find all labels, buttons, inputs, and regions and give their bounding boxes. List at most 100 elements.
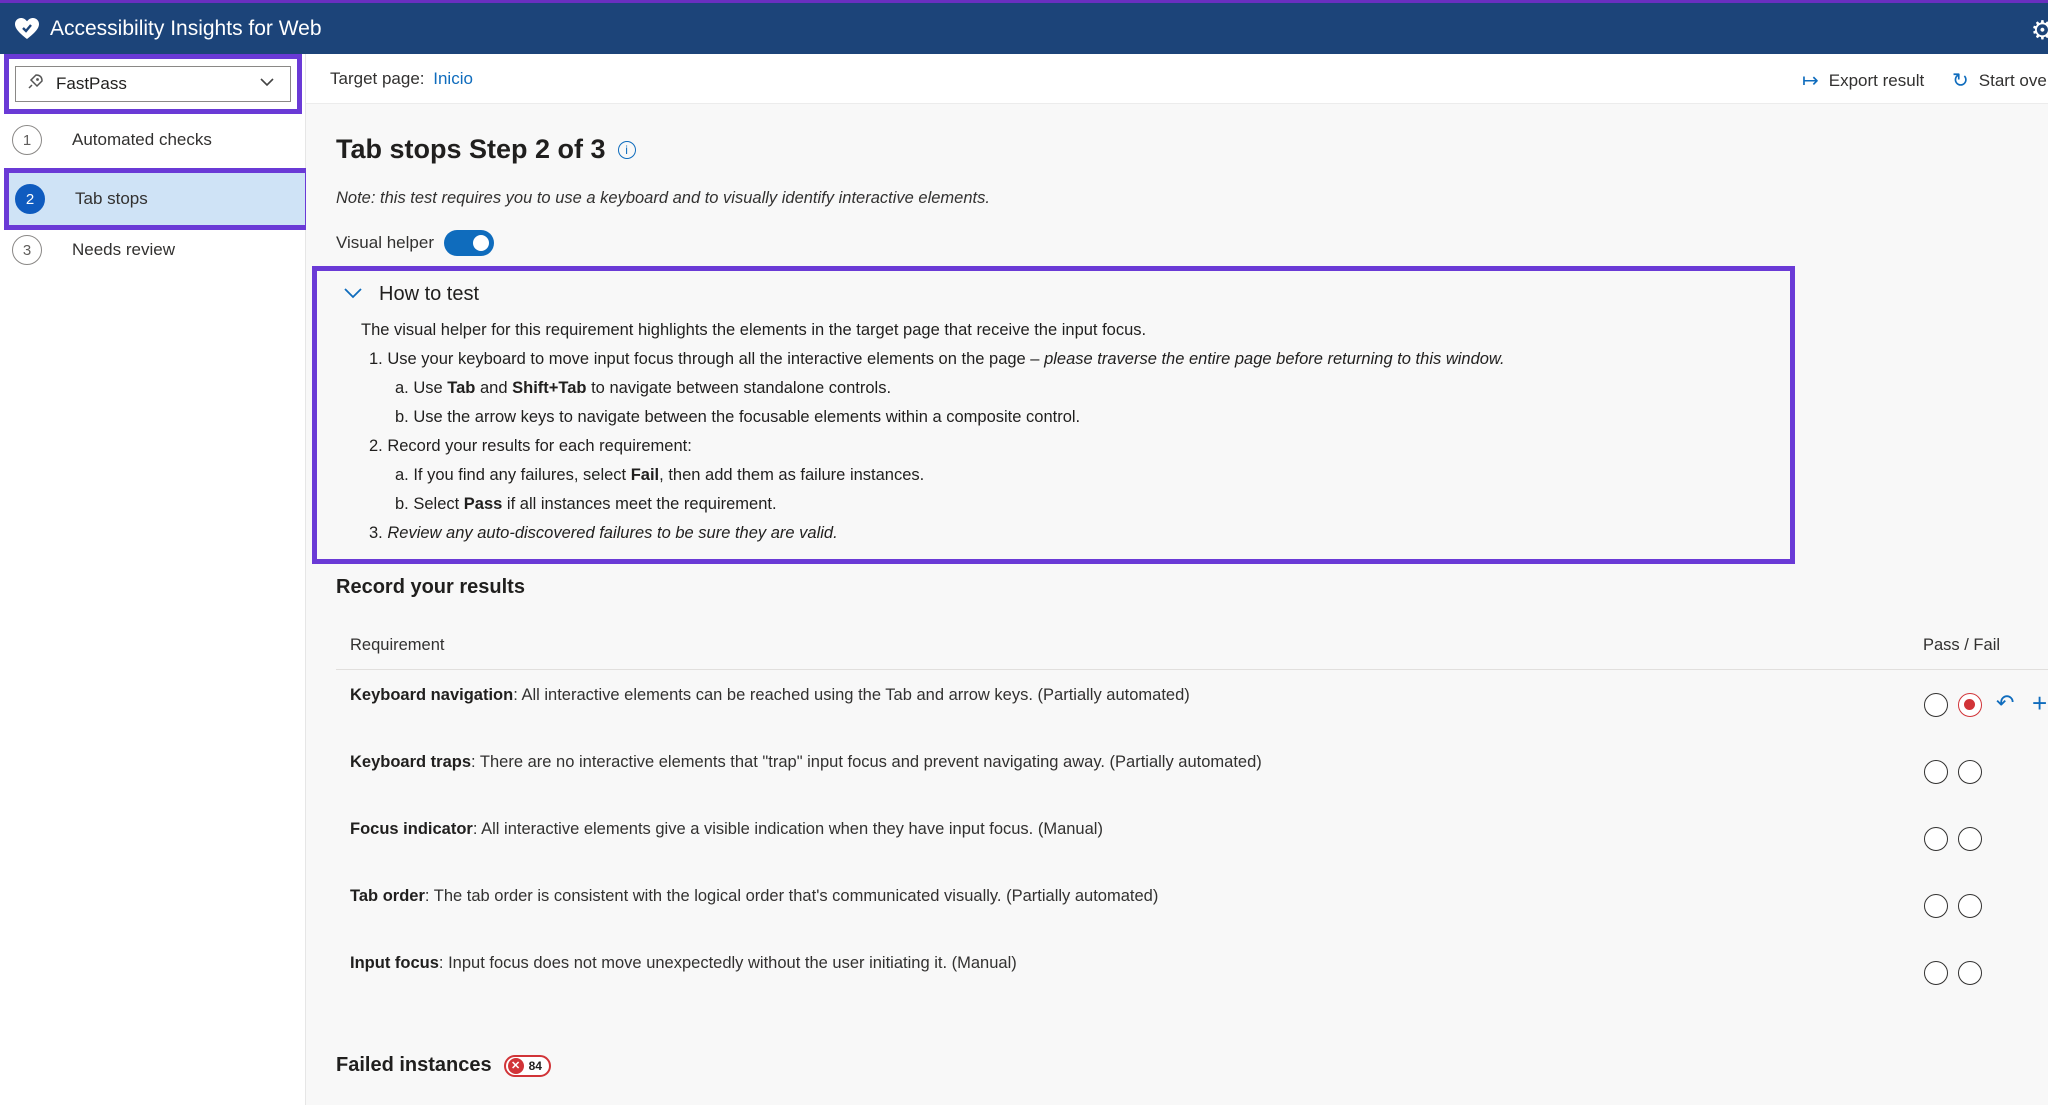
failed-instances-title: Failed instances — [336, 1054, 492, 1076]
sidebar-item-tab-stops[interactable]: 2 Tab stops — [11, 175, 305, 223]
step-1a-key-tab: Tab — [447, 379, 476, 397]
requirement-description: : All interactive elements give a visibl… — [472, 820, 1103, 838]
how-to-test-step-1b: b. Use the arrow keys to navigate betwee… — [395, 408, 1081, 426]
export-result-button[interactable]: ↦ Export result — [1802, 68, 1924, 93]
requirement-name: Keyboard traps — [350, 753, 472, 771]
chevron-down-icon — [343, 284, 363, 305]
how-to-test-panel: How to test The visual helper for this r… — [312, 266, 1795, 564]
undo-icon[interactable]: ↶ — [1996, 690, 2014, 716]
failed-count: 84 — [528, 1058, 542, 1073]
start-over-label: Start ove — [1978, 70, 2047, 90]
target-page-label: Target page: — [330, 69, 425, 88]
how-to-test-step-2a: a. If you find any failures, select Fail… — [395, 466, 924, 485]
step-1-emphasis: please traverse the entire page before r… — [1044, 350, 1505, 368]
export-result-label: Export result — [1828, 70, 1925, 90]
start-over-button[interactable]: ↻ Start ove — [1952, 68, 2047, 93]
fail-radio[interactable] — [1958, 693, 1982, 717]
step-2a-fail: Fail — [630, 466, 660, 484]
toggle-knob — [472, 235, 489, 251]
step-1a-text: a. Use — [395, 379, 448, 397]
column-header-requirement: Requirement — [350, 636, 445, 654]
step-3-number: 3. — [369, 524, 388, 542]
requirement-text: Keyboard traps: There are no interactive… — [350, 753, 1262, 772]
rocket-icon — [26, 73, 46, 96]
mode-dropdown[interactable]: FastPass — [15, 66, 291, 102]
how-to-test-step-2b: b. Select Pass if all instances meet the… — [395, 495, 777, 514]
requirement-text: Tab order: The tab order is consistent w… — [350, 887, 1158, 906]
record-results-title: Record your results — [336, 576, 525, 598]
step-3-text: Review any auto-discovered failures to b… — [387, 524, 838, 542]
fail-radio[interactable] — [1958, 961, 1982, 985]
how-to-test-title: How to test — [379, 283, 480, 305]
requirement-name: Tab order — [350, 887, 425, 905]
step-1a-text: to navigate between standalone controls. — [586, 379, 892, 397]
table-row: Keyboard navigation: All interactive ele… — [336, 676, 2048, 743]
step-1a-text: and — [475, 379, 513, 397]
requirement-name: Focus indicator — [350, 820, 473, 838]
step-2a-text: , then add them as failure instances. — [659, 466, 925, 484]
main-content: Target page: Inicio ↦ Export result ↻ St… — [306, 54, 2048, 1105]
page-title-text: Tab stops Step 2 of 3 — [336, 134, 606, 164]
visual-helper-toggle[interactable] — [443, 230, 494, 256]
pass-radio[interactable] — [1924, 827, 1948, 851]
step-1a-key-shift-tab: Shift+Tab — [512, 379, 587, 397]
how-to-test-step-1: 1. Use your keyboard to move input focus… — [369, 350, 1505, 369]
pass-radio[interactable] — [1924, 894, 1948, 918]
fail-radio[interactable] — [1958, 760, 1982, 784]
requirement-description: : All interactive elements can be reache… — [513, 686, 1190, 704]
step-2b-text: b. Select — [395, 495, 464, 513]
requirement-description: : Input focus does not move unexpectedly… — [438, 954, 1017, 972]
how-to-test-step-1a: a. Use Tab and Shift+Tab to navigate bet… — [395, 379, 891, 398]
how-to-test-step-3: 3. Review any auto-discovered failures t… — [369, 524, 838, 543]
sidebar-item-label: Needs review — [72, 240, 175, 259]
pass-radio[interactable] — [1924, 760, 1948, 784]
heart-shield-icon — [12, 14, 42, 44]
pass-radio[interactable] — [1924, 693, 1948, 717]
how-to-test-header[interactable]: How to test — [343, 283, 479, 306]
plus-icon[interactable]: + — [2032, 688, 2047, 719]
table-row: Input focus: Input focus does not move u… — [336, 944, 2048, 1011]
sidebar-item-needs-review[interactable]: 3 Needs review — [8, 226, 302, 274]
step-2b-pass: Pass — [463, 495, 503, 513]
column-header-pass-fail: Pass / Fail — [1923, 636, 2001, 654]
requirement-text: Focus indicator: All interactive element… — [350, 820, 1103, 839]
gear-icon[interactable]: ⚙ — [2031, 15, 2048, 46]
app-titlebar: Accessibility Insights for Web ⚙ — [0, 0, 2048, 54]
export-arrow-icon: ↦ — [1802, 70, 1819, 92]
sidebar-active-highlight: 2 Tab stops — [4, 168, 310, 230]
target-page-link[interactable]: Inicio — [433, 69, 473, 88]
step-2b-text: if all instances meet the requirement. — [502, 495, 777, 513]
results-table-header: Requirement Pass / Fail — [336, 624, 2048, 670]
requirement-name: Input focus — [350, 954, 439, 972]
table-row: Focus indicator: All interactive element… — [336, 810, 2048, 877]
requirement-text: Input focus: Input focus does not move u… — [350, 954, 1017, 973]
how-to-test-intro: The visual helper for this requirement h… — [361, 321, 1147, 339]
step-1-text: 1. Use your keyboard to move input focus… — [369, 350, 1045, 368]
command-bar: Target page: Inicio ↦ Export result ↻ St… — [306, 54, 2048, 104]
target-page: Target page: Inicio — [330, 69, 473, 89]
page-title: Tab stops Step 2 of 3 i — [336, 134, 636, 165]
mode-dropdown-highlight: FastPass — [4, 54, 302, 114]
visual-helper-label: Visual helper — [336, 233, 434, 252]
table-row: Keyboard traps: There are no interactive… — [336, 743, 2048, 810]
requirement-name: Keyboard navigation — [350, 686, 514, 704]
fail-radio[interactable] — [1958, 827, 1982, 851]
sidebar-item-automated-checks[interactable]: 1 Automated checks — [8, 116, 302, 164]
how-to-test-step-2: 2. Record your results for each requirem… — [369, 437, 692, 455]
chevron-down-icon — [258, 73, 276, 96]
pass-radio[interactable] — [1924, 961, 1948, 985]
requirement-text: Keyboard navigation: All interactive ele… — [350, 686, 1190, 705]
sidebar-item-label: Automated checks — [72, 130, 212, 149]
requirement-description: : The tab order is consistent with the l… — [424, 887, 1159, 905]
refresh-icon: ↻ — [1952, 70, 1969, 92]
sidebar-item-label: Tab stops — [75, 189, 148, 208]
error-x-icon: ✕ — [507, 1057, 524, 1074]
table-row: Tab order: The tab order is consistent w… — [336, 877, 2048, 944]
info-icon[interactable]: i — [617, 140, 636, 159]
requirement-description: : There are no interactive elements that… — [471, 753, 1262, 771]
step-number-badge: 2 — [15, 184, 45, 214]
test-note: Note: this test requires you to use a ke… — [336, 189, 990, 207]
step-2a-text: a. If you find any failures, select — [395, 466, 631, 484]
fail-radio[interactable] — [1958, 894, 1982, 918]
mode-dropdown-value: FastPass — [56, 74, 127, 93]
